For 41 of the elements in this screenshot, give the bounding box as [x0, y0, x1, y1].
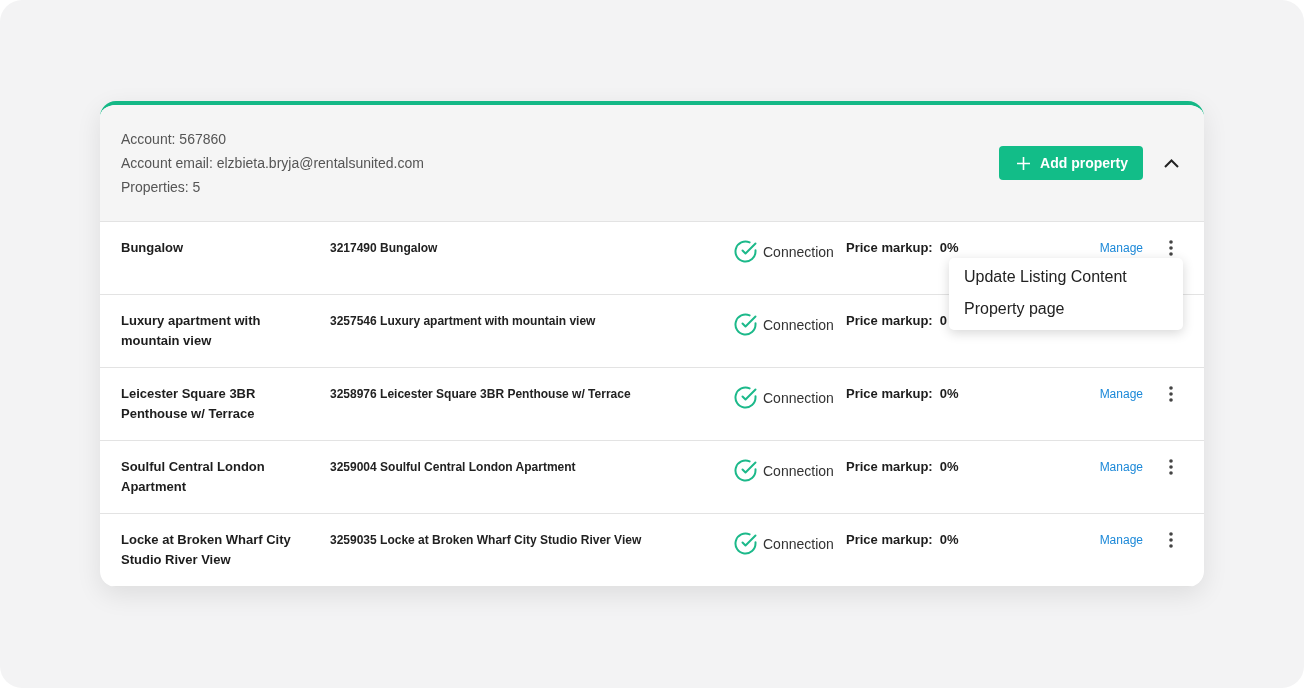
price-markup-label: Price markup: — [846, 312, 933, 330]
plus-icon — [1017, 156, 1031, 170]
price-markup-label: Price markup: — [846, 458, 933, 476]
price-markup-value: 0% — [939, 385, 959, 403]
menu-item[interactable]: Update Listing Content — [949, 261, 1183, 293]
price-markup-label: Price markup: — [846, 531, 933, 549]
manage-link[interactable]: Manage — [1099, 533, 1143, 547]
connection-status-text: Connection — [763, 315, 834, 335]
listing-text: 3259004 Soulful Central London Apartment — [330, 459, 576, 476]
price-markup-value: 0 — [939, 312, 947, 330]
price-markup-label: Price markup: — [846, 239, 933, 257]
listing-text: 3259035 Locke at Broken Wharf City Studio River View — [330, 532, 642, 549]
manage-link[interactable]: Manage — [1099, 460, 1143, 474]
listing-text: 3258976 Leicester Square 3BR Penthouse w/ Terrace — [330, 386, 631, 403]
listing-text: 3257546 Luxury apartment with mountain view — [330, 313, 596, 330]
connection-status-text: Connection — [763, 461, 834, 481]
manage-link[interactable]: Manage — [1099, 241, 1143, 255]
more-vertical-icon[interactable] — [1169, 459, 1173, 475]
connection-status-text: Connection — [763, 388, 834, 408]
property-name-text: Bungalow — [121, 239, 185, 257]
more-vertical-icon[interactable] — [1169, 532, 1173, 548]
account-info-text: Account email: elzbieta.bryja@rentalsunited.com — [121, 154, 424, 173]
manage-link[interactable]: Manage — [1099, 387, 1143, 401]
property-name-text: Leicester Square 3BR Penthouse w/ Terrace — [121, 385, 257, 423]
more-vertical-icon[interactable] — [1169, 386, 1173, 402]
more-vertical-icon[interactable] — [1169, 240, 1173, 256]
property-name-text: Soulful Central London Apartment — [121, 458, 266, 496]
account-info-text: Account: 567860 — [121, 130, 227, 149]
listing-text: 3217490 Bungalow — [330, 240, 438, 257]
connection-status-text: Connection — [763, 242, 834, 262]
property-name-text: Luxury apartment with mountain view — [121, 312, 262, 350]
price-markup-value: 0% — [939, 239, 959, 257]
price-markup-value: 0% — [939, 531, 959, 549]
connection-status-text: Connection — [763, 534, 834, 554]
price-markup-label: Price markup: — [846, 385, 933, 403]
property-name-text: Locke at Broken Wharf City Studio River View — [121, 531, 292, 569]
menu-item[interactable]: Property page — [949, 293, 1183, 325]
chevron-up-icon[interactable] — [1163, 158, 1179, 168]
account-info-text: Properties: 5 — [121, 178, 201, 197]
add-property-button[interactable]: Add property — [999, 146, 1143, 180]
price-markup-value: 0% — [939, 458, 959, 476]
